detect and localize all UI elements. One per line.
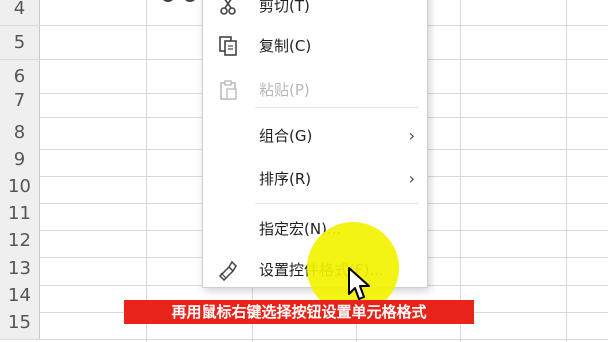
- copy-icon: [219, 36, 237, 56]
- menu-item-copy[interactable]: 复制(C): [203, 29, 427, 63]
- menu-item-sort[interactable]: 排序(R) ›: [203, 162, 427, 196]
- mouse-pointer-icon: [348, 267, 370, 300]
- menu-item-paste[interactable]: 粘贴(P): [203, 73, 427, 107]
- menu-item-group[interactable]: 组合(G) ›: [203, 119, 427, 153]
- tutorial-caption: 再用鼠标右键选择按钮设置单元格格式: [124, 300, 474, 324]
- menu-item-label: 组合(G): [259, 127, 313, 145]
- chevron-right-icon: ›: [408, 126, 415, 145]
- format-control-icon: [218, 260, 237, 281]
- menu-item-label: 粘贴(P): [259, 81, 310, 99]
- menu-item-label: 复制(C): [259, 37, 312, 55]
- menu-separator: [255, 107, 419, 108]
- row-header[interactable]: 4: [0, 0, 40, 25]
- paste-icon: [220, 80, 237, 100]
- row-header[interactable]: 5: [0, 26, 40, 59]
- row-header[interactable]: 7: [0, 84, 40, 117]
- menu-item-label: 剪切(T): [259, 0, 310, 15]
- chevron-right-icon: ›: [408, 169, 415, 188]
- row-header[interactable]: 15: [0, 306, 40, 339]
- form-control-shape-icon[interactable]: [160, 0, 200, 8]
- scissors-icon: [220, 0, 236, 15]
- menu-item-label: 排序(R): [259, 170, 312, 188]
- menu-item-cut[interactable]: 剪切(T): [203, 0, 427, 23]
- menu-separator: [255, 203, 419, 204]
